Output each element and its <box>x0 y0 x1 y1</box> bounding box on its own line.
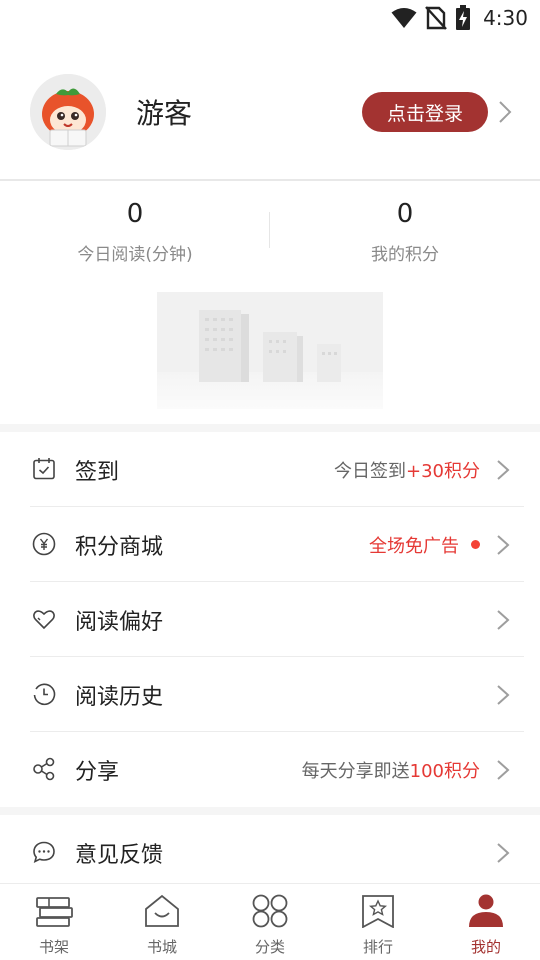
menu-label: 积分商城 <box>75 534 164 560</box>
menu-label: 阅读历史 <box>75 684 164 710</box>
status-time: 4:30 <box>483 6 528 30</box>
buildings-illustration <box>157 292 383 409</box>
nav-label: 排行 <box>362 938 393 956</box>
nav-label: 书架 <box>38 938 69 956</box>
reward-highlight: +30积分 <box>406 460 480 482</box>
section-gap <box>0 424 540 432</box>
category-icon <box>252 894 288 928</box>
nav-item-bookshelf[interactable]: 书架 <box>0 884 108 960</box>
nav-item-category[interactable]: 分类 <box>216 884 324 960</box>
clock-icon <box>33 683 56 706</box>
chevron-right-icon <box>497 460 510 480</box>
avatar[interactable] <box>30 74 106 150</box>
chat-bubble-icon <box>33 841 55 863</box>
nav-label: 书城 <box>146 938 177 956</box>
home-icon <box>145 894 179 927</box>
menu-item-points-mall[interactable]: 积分商城 全场免广告 <box>0 507 540 582</box>
menu-item-reading-preferences[interactable]: 阅读偏好 <box>0 582 540 657</box>
coin-yen-icon <box>32 532 56 556</box>
menu-label: 阅读偏好 <box>75 609 164 635</box>
wifi-icon <box>391 8 417 28</box>
ranking-bookmark-icon <box>362 895 394 928</box>
menu-label: 分享 <box>75 759 120 785</box>
stat-value: 0 <box>396 199 414 229</box>
red-dot-badge <box>471 540 480 549</box>
nav-label: 我的 <box>470 938 501 956</box>
nav-item-mine[interactable]: 我的 <box>432 884 540 960</box>
menu-item-share[interactable]: 分享 每天分享即送100积分 <box>0 732 540 807</box>
chevron-right-icon <box>497 760 510 780</box>
chevron-right-icon <box>497 610 510 630</box>
divider <box>0 179 540 181</box>
tomato-mascot-icon <box>30 74 106 150</box>
status-bar: 4:30 <box>0 0 540 36</box>
chevron-right-icon <box>497 535 510 555</box>
my-points-stat[interactable]: 0 我的积分 <box>270 196 540 265</box>
sign-in-reward: 今日签到+30积分 <box>334 457 480 483</box>
menu-label: 意见反馈 <box>75 842 164 868</box>
stat-value: 0 <box>126 199 144 229</box>
chevron-right-icon[interactable] <box>498 100 512 124</box>
reward-text: 今日签到 <box>334 460 406 482</box>
points-mall-promo: 全场免广告 <box>369 532 480 558</box>
share-reward: 每天分享即送100积分 <box>302 757 480 783</box>
reading-minutes-stat[interactable]: 0 今日阅读(分钟) <box>0 196 270 265</box>
section-gap <box>0 807 540 815</box>
calendar-check-icon <box>33 458 55 480</box>
menu-label: 签到 <box>75 459 120 485</box>
nav-label: 分类 <box>254 938 285 956</box>
stat-label: 今日阅读(分钟) <box>77 245 193 265</box>
bookshelf-icon <box>36 897 73 927</box>
menu-item-feedback[interactable]: 意见反馈 <box>0 815 540 890</box>
stat-label: 我的积分 <box>371 245 439 265</box>
user-icon <box>469 894 503 927</box>
chevron-right-icon <box>497 685 510 705</box>
username: 游客 <box>136 97 193 130</box>
profile-header[interactable]: 游客 点击登录 <box>0 70 540 154</box>
menu-item-reading-history[interactable]: 阅读历史 <box>0 657 540 732</box>
no-sim-icon <box>425 6 447 30</box>
reward-text: 每天分享即送 <box>301 760 410 782</box>
menu-item-sign-in[interactable]: 签到 今日签到+30积分 <box>0 432 540 507</box>
share-icon <box>33 757 55 781</box>
login-button[interactable]: 点击登录 <box>362 92 488 132</box>
bottom-nav: 书架 书城 分类 排行 我的 <box>0 883 540 960</box>
chevron-right-icon <box>497 843 510 863</box>
nav-item-ranking[interactable]: 排行 <box>324 884 432 960</box>
reward-highlight: 100积分 <box>409 760 480 782</box>
nav-item-bookstore[interactable]: 书城 <box>108 884 216 960</box>
heart-icon <box>33 610 55 630</box>
promo-text: 全场免广告 <box>369 535 459 557</box>
battery-charging-icon <box>456 5 471 30</box>
banner-placeholder-image[interactable] <box>157 292 383 409</box>
